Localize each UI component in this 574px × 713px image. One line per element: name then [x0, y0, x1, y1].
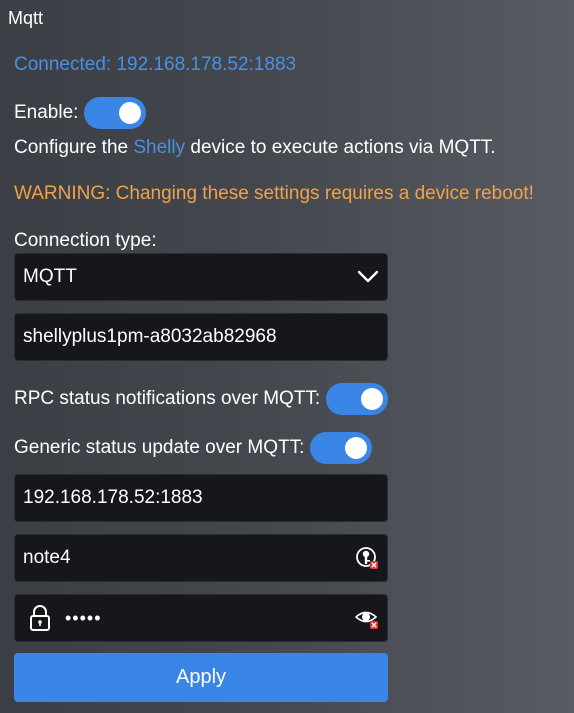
description-prefix: Configure the	[14, 137, 134, 158]
connection-type-label: Connection type:	[14, 230, 157, 251]
client-id-input[interactable]: shellyplus1pm-a8032ab82968	[14, 313, 388, 361]
connection-status: Connected: 192.168.178.52:1883	[14, 54, 297, 75]
enable-row: Enable:	[14, 97, 147, 129]
user-input[interactable]: note4	[14, 534, 388, 582]
chevron-down-icon	[357, 270, 379, 283]
description-suffix: device to execute actions via MQTT.	[185, 137, 496, 158]
toggle-knob	[119, 102, 142, 124]
shelly-link[interactable]: Shelly	[133, 137, 185, 158]
user-value: note4	[23, 547, 71, 568]
warning-text: WARNING: Changing these settings require…	[14, 183, 534, 204]
lock-icon	[30, 605, 50, 631]
toggle-knob	[345, 437, 368, 459]
enable-label: Enable:	[14, 102, 79, 123]
generic-status-label: Generic status update over MQTT:	[14, 437, 305, 458]
server-value: 192.168.178.52:1883	[23, 487, 203, 508]
password-input[interactable]: •••••	[14, 594, 388, 642]
password-value: •••••	[65, 607, 102, 628]
eye-clear-icon[interactable]	[355, 606, 379, 630]
server-input[interactable]: 192.168.178.52:1883	[14, 474, 388, 522]
key-clear-icon[interactable]	[355, 546, 379, 570]
client-id-value: shellyplus1pm-a8032ab82968	[23, 326, 277, 347]
toggle-knob	[361, 388, 384, 410]
connection-type-value: MQTT	[23, 266, 77, 287]
description-text: Configure the Shelly device to execute a…	[14, 137, 496, 159]
apply-button[interactable]: Apply	[14, 653, 388, 702]
page-title: Mqtt	[8, 8, 44, 28]
rpc-notifications-row: RPC status notifications over MQTT:	[14, 383, 389, 415]
generic-status-toggle[interactable]	[310, 432, 373, 464]
rpc-notifications-label: RPC status notifications over MQTT:	[14, 388, 321, 409]
enable-toggle[interactable]	[84, 97, 147, 129]
rpc-notifications-toggle[interactable]	[326, 383, 389, 415]
generic-status-row: Generic status update over MQTT:	[14, 432, 373, 464]
connection-type-select[interactable]: MQTT	[14, 253, 388, 301]
